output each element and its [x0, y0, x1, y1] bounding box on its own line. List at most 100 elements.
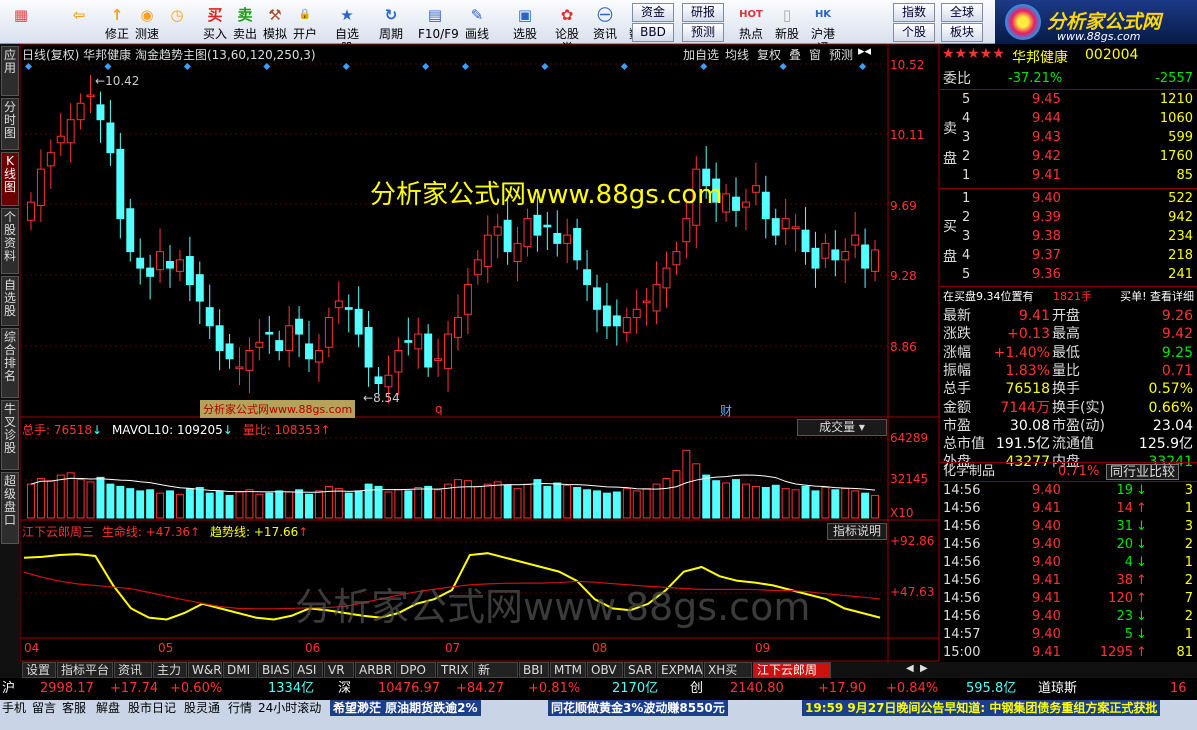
- 测速-toolbar-button[interactable]: ◉ 测速: [130, 0, 164, 44]
- 热点-toolbar-button[interactable]: HOT 热点: [734, 0, 768, 44]
- order-notice[interactable]: 在买盘9.34位置有 1821手 买单! 查看详细: [940, 288, 1197, 306]
- bottom-tab-2[interactable]: 资讯: [114, 662, 152, 678]
- bottom-tab-17[interactable]: EXPMA: [657, 662, 703, 678]
- chart-menu-item-1[interactable]: 均线: [725, 46, 749, 63]
- tab-scroll-right-icon[interactable]: ▶: [920, 663, 928, 674]
- indicator-help-button[interactable]: 指标说明: [827, 523, 887, 540]
- chart-canvas[interactable]: [20, 44, 940, 662]
- left-tab-7[interactable]: 超级盘口: [1, 472, 19, 544]
- chart-menu-item-3[interactable]: 叠: [789, 46, 801, 63]
- status-item-0[interactable]: 手机: [2, 700, 26, 716]
- bid-row[interactable]: 1 9.40 522: [940, 190, 1197, 208]
- tool-toolbar-button[interactable]: ◷: [160, 0, 194, 44]
- volume-dropdown[interactable]: 成交量 ▾: [797, 419, 887, 436]
- 论股堂-toolbar-button[interactable]: ✿ 论股堂: [550, 0, 584, 55]
- left-tab-4[interactable]: 自选股: [1, 276, 19, 326]
- 开户-toolbar-button[interactable]: 🔒 开户: [288, 0, 322, 44]
- ask-row[interactable]: 1 9.41 85: [940, 167, 1197, 185]
- tab-scroll-left-icon[interactable]: ◀: [906, 663, 914, 674]
- bottom-tab-5[interactable]: DMI: [223, 662, 257, 678]
- bottom-tab-12[interactable]: 新DMA: [474, 662, 518, 692]
- bid-row[interactable]: 2 9.39 942: [940, 209, 1197, 227]
- bottom-tab-1[interactable]: 指标平台: [57, 662, 113, 678]
- left-tab-1[interactable]: 分时图: [1, 98, 19, 150]
- bid-row[interactable]: 3 9.38 234: [940, 228, 1197, 246]
- ask-row[interactable]: 5 9.45 1210: [940, 91, 1197, 109]
- bottom-tab-16[interactable]: SAR: [624, 662, 656, 678]
- tool-toolbar-button[interactable]: ▦: [0, 0, 42, 44]
- index-name-3[interactable]: 道琼斯: [1038, 678, 1077, 700]
- chart-nav-arrows-icon[interactable]: ▸◂: [858, 44, 871, 59]
- bottom-tab-18[interactable]: XH买卖: [704, 662, 752, 692]
- ask-row[interactable]: 2 9.42 1760: [940, 148, 1197, 166]
- quick-button-2[interactable]: BBD: [632, 23, 674, 42]
- bottom-tab-11[interactable]: TRIX: [437, 662, 473, 678]
- quick-button-1[interactable]: 研报: [682, 3, 724, 22]
- ask-row[interactable]: 3 9.43 599: [940, 129, 1197, 147]
- news-ticker-1[interactable]: 希望渺茫 原油期货跌逾2%: [330, 700, 481, 716]
- 卖出-toolbar-button[interactable]: 卖卖出: [228, 0, 262, 44]
- index-name-0[interactable]: 沪: [2, 678, 15, 700]
- quick-button-6[interactable]: 个股: [893, 23, 935, 42]
- status-item-4[interactable]: 股市日记: [128, 700, 176, 716]
- status-item-6[interactable]: 行情: [228, 700, 252, 716]
- 画线-toolbar-button[interactable]: ✎ 画线: [460, 0, 494, 44]
- bottom-tab-6[interactable]: BIAS: [258, 662, 292, 678]
- quick-button-3[interactable]: 预测: [682, 23, 724, 42]
- industry-compare-button[interactable]: 同行业比较: [1106, 464, 1180, 480]
- bottom-tab-14[interactable]: MTM: [550, 662, 586, 678]
- bottom-tab-8[interactable]: VR: [324, 662, 354, 678]
- 自选股-toolbar-button[interactable]: ★ 自选股: [330, 0, 364, 55]
- quick-button-7[interactable]: 板块: [941, 23, 983, 42]
- quick-button-0[interactable]: 资金: [632, 3, 674, 22]
- bottom-tab-3[interactable]: 主力: [153, 662, 187, 678]
- bottom-tab-13[interactable]: BBI: [519, 662, 549, 678]
- left-tab-0[interactable]: 应用: [1, 46, 19, 96]
- volume-bar: [622, 488, 631, 519]
- 沪港通-toolbar-button[interactable]: HK 沪港通: [806, 0, 840, 55]
- chart-menu-item-0[interactable]: 加自选: [683, 46, 719, 63]
- bottom-tab-9[interactable]: ARBR: [355, 662, 395, 678]
- 模拟-toolbar-button[interactable]: ⚒ 模拟: [258, 0, 292, 44]
- 修正-toolbar-button[interactable]: ↑ 修正: [100, 0, 134, 44]
- quick-button-5[interactable]: 全球: [941, 3, 983, 22]
- news-ticker-3[interactable]: 19:59 9月27日晚间公告早知道: 中钢集团债务重组方案正式获批: [802, 700, 1161, 716]
- bid-row[interactable]: 5 9.36 241: [940, 266, 1197, 284]
- bid-row[interactable]: 4 9.37 218: [940, 247, 1197, 265]
- order-detail-link[interactable]: 买单! 查看详细: [1120, 288, 1194, 306]
- left-tab-5[interactable]: 综合排名: [1, 328, 19, 398]
- index-name-2[interactable]: 创: [690, 678, 703, 700]
- status-item-2[interactable]: 客服: [62, 700, 86, 716]
- bottom-tab-19[interactable]: 江下云郎周三: [753, 662, 831, 692]
- status-item-3[interactable]: 解盘: [96, 700, 120, 716]
- 选股-toolbar-button[interactable]: ▣ 选股: [508, 0, 542, 44]
- bottom-tab-15[interactable]: OBV: [587, 662, 623, 678]
- index-name-1[interactable]: 深: [338, 678, 351, 700]
- quick-button-4[interactable]: 指数: [893, 3, 935, 22]
- chart-menu-item-4[interactable]: 窗: [809, 46, 821, 63]
- status-item-1[interactable]: 留言: [32, 700, 56, 716]
- bottom-tab-10[interactable]: DPO: [396, 662, 436, 678]
- left-tab-2[interactable]: K线图: [1, 152, 19, 206]
- chart-menu-item-5[interactable]: 预测: [829, 46, 853, 63]
- kline-chart-area[interactable]: 日线(复权) 华邦健康 淘金趋势主图(13,60,120,250,3) 加自选均…: [20, 44, 940, 662]
- candle-body: [354, 308, 363, 335]
- news-ticker-2[interactable]: 同花顺做黄金3%波动赚8550元: [548, 700, 728, 716]
- candle-body: [503, 219, 512, 253]
- status-item-5[interactable]: 股灵通: [184, 700, 220, 716]
- bottom-tab-4[interactable]: W&R: [188, 662, 222, 678]
- left-tab-3[interactable]: 个股资料: [1, 208, 19, 274]
- F10/F9-toolbar-button[interactable]: ▤ F10/F9: [418, 0, 459, 44]
- bottom-tab-7[interactable]: ASI: [293, 662, 323, 678]
- 买入-toolbar-button[interactable]: 买买入: [198, 0, 232, 44]
- chart-menu-item-2[interactable]: 复权: [757, 46, 781, 63]
- left-tab-6[interactable]: 牛叉诊股: [1, 400, 19, 470]
- bottom-tab-0[interactable]: 设置: [22, 662, 56, 678]
- tool-toolbar-button[interactable]: ⇦: [58, 0, 100, 44]
- ask-row[interactable]: 4 9.44 1060: [940, 110, 1197, 128]
- 周期-toolbar-button[interactable]: ↻ 周期: [374, 0, 408, 44]
- 资讯-toolbar-button[interactable]: ㊀资讯: [588, 0, 622, 44]
- status-item-7[interactable]: 24小时滚动: [258, 700, 321, 716]
- 新股-toolbar-button[interactable]: ▯ 新股: [770, 0, 804, 44]
- signal-diamond: [422, 62, 430, 71]
